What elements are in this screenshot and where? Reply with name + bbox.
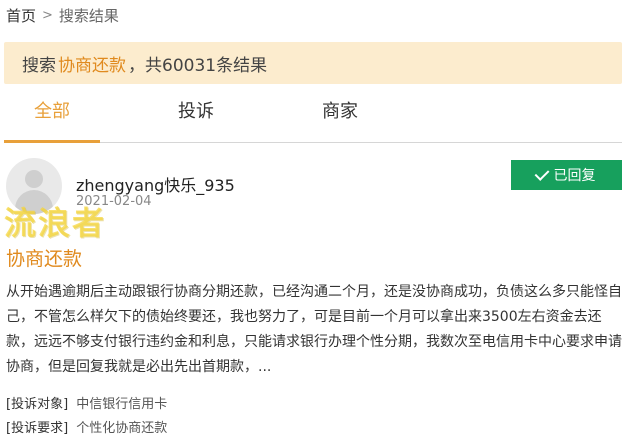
complaint-request-value: 个性化协商还款	[76, 421, 168, 436]
post-username[interactable]: zhengyang快乐_935	[76, 172, 235, 196]
breadcrumb: 首页 > 搜索结果	[6, 5, 119, 25]
search-summary-prefix: 搜索	[22, 55, 56, 76]
complaint-request-label: [投诉要求]	[6, 421, 69, 436]
tab-merchants[interactable]: 商家	[292, 92, 388, 142]
complaint-target: [投诉对象] 中信银行信用卡	[6, 393, 167, 412]
breadcrumb-separator: >	[42, 7, 53, 23]
complaint-target-value: 中信银行信用卡	[76, 397, 168, 412]
search-result-count: ，共60031条结果	[128, 55, 268, 76]
result-tabs: 全部 投诉 商家	[4, 92, 622, 143]
breadcrumb-current: 搜索结果	[58, 6, 119, 25]
post-title[interactable]: 协商还款	[6, 244, 82, 271]
post-body: 从开始遇逾期后主动跟银行协商分期还款，已经沟通二个月，还是没协商成功，负债这么多…	[6, 284, 622, 375]
breadcrumb-home-link[interactable]: 首页	[6, 5, 36, 26]
search-keyword: 协商还款	[58, 55, 126, 76]
complaint-target-label: [投诉对象]	[6, 397, 69, 412]
tab-complaints[interactable]: 投诉	[148, 92, 244, 142]
watermark: 流浪者	[4, 204, 107, 242]
tab-all[interactable]: 全部	[4, 92, 100, 143]
status-badge: 已回复	[511, 160, 622, 190]
complaint-request: [投诉要求] 个性化协商还款	[6, 417, 167, 436]
check-icon	[534, 165, 549, 181]
search-summary-bar: 搜索 协商还款 ，共60031条结果	[4, 42, 622, 84]
status-badge-label: 已回复	[553, 168, 596, 184]
avatar-head-shape	[25, 170, 43, 188]
